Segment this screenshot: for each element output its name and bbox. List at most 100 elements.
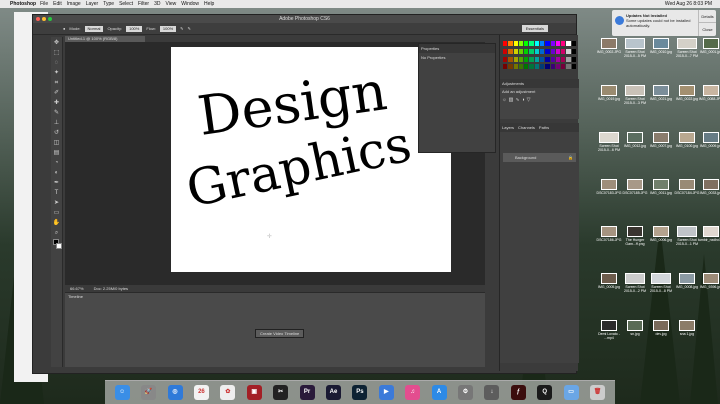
safari-icon[interactable]: ◎ [167, 385, 183, 400]
desktop-file-icon[interactable]: Screen Shot 2015-0...3 PM [622, 85, 648, 105]
desktop-file-icon[interactable]: IMG_0019.jpg [596, 85, 622, 101]
menu-image[interactable]: Image [67, 0, 81, 8]
path-select-tool-icon[interactable]: ➤ [53, 199, 61, 207]
swatch[interactable] [566, 64, 571, 70]
desktop-file-icon[interactable]: Screen Shot 2015-0...7 PM [674, 38, 700, 58]
menu-edit[interactable]: Edit [53, 0, 62, 8]
color-swatches-icon[interactable] [52, 239, 62, 251]
swatch[interactable] [571, 64, 576, 70]
swatch[interactable] [524, 48, 529, 54]
desktop-file-icon[interactable]: IMG_0007.jpg [648, 132, 674, 148]
swatch[interactable] [555, 56, 561, 62]
swatch[interactable] [503, 41, 508, 46]
swatch[interactable] [508, 48, 513, 54]
menu-help[interactable]: Help [204, 0, 214, 8]
gradient-tool-icon[interactable]: ▤ [53, 149, 61, 157]
app-menu-photoshop[interactable]: Photoshop [10, 0, 36, 8]
premiere-icon[interactable]: Pr [299, 385, 315, 400]
minimize-window-icon[interactable] [42, 17, 46, 21]
swatch[interactable] [566, 56, 571, 62]
desktop-file-icon[interactable]: dev.jpg [648, 320, 674, 336]
blur-tool-icon[interactable]: ◔ [53, 159, 61, 167]
folder-icon[interactable]: ▭ [563, 385, 579, 400]
menu-window[interactable]: Window [181, 0, 199, 8]
photoshop-icon[interactable]: Ps [352, 385, 368, 400]
desktop-file-icon[interactable]: IMG_0010.jpg [648, 38, 674, 54]
close-window-icon[interactable] [36, 17, 40, 21]
swatch[interactable] [503, 64, 508, 70]
brush-tool-icon[interactable]: ✎ [53, 109, 61, 117]
final-cut-icon[interactable]: ✂ [273, 385, 289, 400]
lasso-tool-icon[interactable]: ◌ [53, 59, 61, 67]
swatch[interactable] [545, 48, 550, 54]
desktop-file-icon[interactable]: IMG_0022.jpg [674, 85, 700, 101]
swatch[interactable] [545, 41, 550, 46]
marquee-tool-icon[interactable]: ⬚ [53, 49, 61, 57]
launchpad-icon[interactable]: 🚀 [141, 385, 157, 400]
quick-select-tool-icon[interactable]: ✦ [53, 69, 61, 77]
desktop-file-icon[interactable]: IMG_0088.JPG [698, 85, 720, 101]
desktop-file-icon[interactable]: IMG_0002.JPG [596, 38, 622, 54]
desktop-file-icon[interactable]: DSC07184.JPG [674, 179, 700, 195]
flow-field[interactable]: 100% [159, 25, 177, 32]
crop-tool-icon[interactable]: ⌗ [53, 79, 61, 87]
swatches-panel[interactable] [503, 41, 576, 71]
swatch[interactable] [529, 41, 534, 46]
menu-3d[interactable]: 3D [154, 0, 160, 8]
pressure-icon[interactable]: ✎ [188, 26, 191, 31]
keynote-icon[interactable]: ▶ [378, 385, 394, 400]
desktop-file-icon[interactable]: IMG_0009.jpg [698, 132, 720, 148]
trash-icon[interactable]: 🗑 [590, 385, 606, 400]
after-effects-icon[interactable]: Ae [325, 385, 341, 400]
menu-select[interactable]: Select [119, 0, 133, 8]
swatch[interactable] [561, 48, 566, 54]
zoom-tool-icon[interactable]: ⌕ [53, 229, 61, 237]
desktop-file-icon[interactable]: IMG_0005.jpg [596, 273, 622, 289]
swatch[interactable] [508, 56, 513, 62]
swatch[interactable] [518, 56, 524, 62]
desktop-file-icon[interactable]: Screen Shot 2015-0...2 PM [622, 273, 648, 293]
desktop-file-icon[interactable]: IMG_0012.jpg [622, 132, 648, 148]
zoom-level[interactable]: 66.67% [70, 285, 84, 292]
brush-preset-icon[interactable]: ● [63, 26, 65, 31]
exposure-icon[interactable]: ◑ [522, 97, 525, 103]
swatch[interactable] [503, 56, 508, 62]
desktop-file-icon[interactable]: DSC07183.JPG [596, 179, 622, 195]
healing-tool-icon[interactable]: ✚ [53, 99, 61, 107]
menu-layer[interactable]: Layer [86, 0, 99, 8]
desktop-file-icon[interactable]: IMG_0100.jpg [674, 132, 700, 148]
vibrance-icon[interactable]: ▽ [527, 97, 531, 103]
opacity-field[interactable]: 100% [126, 25, 143, 32]
swatch[interactable] [524, 41, 529, 46]
swatch[interactable] [571, 56, 576, 62]
document-canvas[interactable]: Design Graphics ✛ [171, 47, 451, 272]
swatch[interactable] [545, 56, 550, 62]
swatch[interactable] [539, 48, 545, 54]
swatch[interactable] [534, 48, 539, 54]
desktop-file-icon[interactable]: Screen Shot 2015-0...5 PM [622, 38, 648, 58]
shape-tool-icon[interactable]: ▭ [53, 209, 61, 217]
swatch[interactable] [534, 64, 539, 70]
desktop-file-icon[interactable]: IMG_0001.jpg [698, 38, 720, 54]
eraser-tool-icon[interactable]: ◫ [53, 139, 61, 147]
swatch[interactable] [534, 56, 539, 62]
swatch[interactable] [545, 64, 550, 70]
swatch[interactable] [518, 64, 524, 70]
desktop-file-icon[interactable]: IMG_0008.jpg [674, 273, 700, 289]
swatch[interactable] [513, 56, 518, 62]
swatch[interactable] [539, 41, 545, 46]
desktop-file-icon[interactable]: IMG_0006.jpg [648, 226, 674, 242]
desktop-file-icon[interactable]: sna 1.jpg [674, 320, 700, 336]
desktop-file-icon[interactable]: Screen Shot 2015-0...8 PM [648, 273, 674, 293]
menu-view[interactable]: View [166, 0, 177, 8]
swatch[interactable] [518, 48, 524, 54]
swatch[interactable] [508, 64, 513, 70]
system-preferences-icon[interactable]: ⚙ [457, 385, 473, 400]
swatch[interactable] [513, 64, 518, 70]
swatch[interactable] [503, 48, 508, 54]
dodge-tool-icon[interactable]: ◐ [53, 169, 61, 177]
desktop-file-icon[interactable]: IMG_0021.jpg [648, 85, 674, 101]
menu-type[interactable]: Type [103, 0, 114, 8]
swatch[interactable] [555, 41, 561, 46]
app-store-icon[interactable]: A [431, 385, 447, 400]
